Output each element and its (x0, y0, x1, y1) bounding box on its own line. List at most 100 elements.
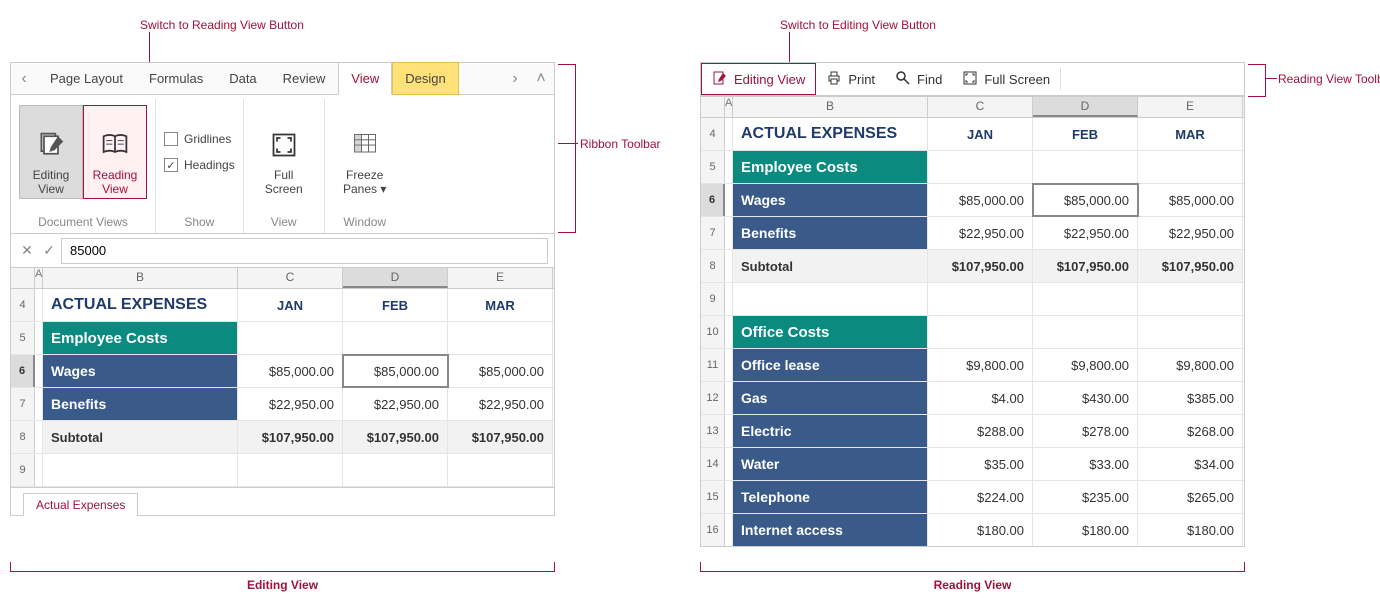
print-button[interactable]: Print (816, 63, 885, 95)
row-wages-feb[interactable]: $85,000.00 (343, 355, 448, 387)
row-header-5[interactable]: 5 (11, 322, 35, 354)
print-icon (826, 70, 842, 89)
row-header-7-r[interactable]: 7 (701, 217, 725, 249)
group-label-document-views: Document Views (38, 211, 128, 229)
annotation-reading-toolbar: Reading View Toolbar (1278, 72, 1380, 86)
row-benefits-label[interactable]: Benefits (43, 388, 238, 420)
month-mar[interactable]: MAR (448, 289, 553, 321)
formula-input[interactable] (61, 238, 548, 264)
ribbon-group-document-views: EditingView ReadingView Document Views (11, 99, 156, 233)
col-header-a-r[interactable]: A (725, 97, 733, 117)
row-header-10-r[interactable]: 10 (701, 316, 725, 348)
book-icon (100, 131, 130, 162)
sheet-tab-actual-expenses[interactable]: Actual Expenses (23, 493, 138, 516)
full-screen-button[interactable]: FullScreen (252, 105, 316, 199)
tab-review[interactable]: Review (270, 62, 339, 95)
annotation-ribbon-toolbar: Ribbon Toolbar (580, 137, 661, 151)
row-header-5-r[interactable]: 5 (701, 151, 725, 183)
formula-cancel-button[interactable]: ✕ (17, 242, 37, 259)
row-subtotal-feb[interactable]: $107,950.00 (343, 421, 448, 453)
title-cell[interactable]: ACTUAL EXPENSES (43, 289, 238, 321)
row-header-6[interactable]: 6 (11, 355, 35, 387)
month-feb[interactable]: FEB (343, 289, 448, 321)
ribbon-group-window: FreezePanes ▾ Window (325, 99, 405, 233)
row-wages-label[interactable]: Wages (43, 355, 238, 387)
spreadsheet-grid-editing: A B C D E 4 ACTUAL EXPENSES JAN FEB MAR … (10, 268, 555, 488)
headings-label: Headings (184, 158, 235, 172)
row-header-11-r[interactable]: 11 (701, 349, 725, 381)
editing-view-switch-label: Editing View (734, 72, 805, 87)
row-header-4[interactable]: 4 (11, 289, 35, 321)
tab-scroll-left[interactable]: ‹ (11, 70, 37, 88)
editing-view-panel: ‹ Page Layout Formulas Data Review View … (10, 62, 555, 516)
col-header-d[interactable]: D (343, 268, 448, 288)
row-header-7[interactable]: 7 (11, 388, 35, 420)
col-header-e[interactable]: E (448, 268, 553, 288)
reading-view-button[interactable]: ReadingView (83, 105, 147, 199)
ribbon-collapse[interactable]: ˄ (528, 70, 554, 88)
row-subtotal-jan[interactable]: $107,950.00 (238, 421, 343, 453)
editing-view-button[interactable]: EditingView (19, 105, 83, 199)
editing-view-switch-button[interactable]: Editing View (701, 63, 816, 95)
freeze-panes-label: FreezePanes ▾ (343, 168, 386, 196)
group-label-view: View (271, 211, 297, 229)
ribbon-tabbar: ‹ Page Layout Formulas Data Review View … (10, 62, 555, 94)
annotation-switch-editing: Switch to Editing View Button (780, 18, 936, 32)
reading-view-panel: Editing View Print Find Full Screen A B (700, 62, 1245, 547)
group-label-window: Window (343, 211, 386, 229)
row-header-15-r[interactable]: 15 (701, 481, 725, 513)
tab-data[interactable]: Data (216, 62, 269, 95)
row-header-9[interactable]: 9 (11, 454, 35, 486)
row-header-4-r[interactable]: 4 (701, 118, 725, 150)
ribbon-toolbar: EditingView ReadingView Document Views G… (10, 94, 555, 234)
tab-formulas[interactable]: Formulas (136, 62, 216, 95)
col-header-e-r[interactable]: E (1138, 97, 1243, 117)
full-screen-label: FullScreen (265, 168, 303, 196)
col-header-c[interactable]: C (238, 268, 343, 288)
search-icon (895, 70, 911, 89)
freeze-panes-icon (350, 131, 380, 162)
row-subtotal-label[interactable]: Subtotal (43, 421, 238, 453)
section-office-costs[interactable]: Office Costs (733, 316, 928, 348)
find-button[interactable]: Find (885, 63, 952, 95)
spreadsheet-grid-reading: A B C D E 4 ACTUAL EXPENSES JAN FEB MAR … (700, 96, 1245, 547)
section-employee-costs[interactable]: Employee Costs (43, 322, 238, 354)
gridlines-label: Gridlines (184, 132, 231, 146)
tab-view[interactable]: View (338, 62, 392, 95)
freeze-panes-button[interactable]: FreezePanes ▾ (333, 105, 397, 199)
tab-design[interactable]: Design (392, 62, 458, 95)
group-label-show: Show (184, 211, 214, 229)
gridlines-checkbox[interactable]: Gridlines (164, 128, 231, 150)
col-header-b-r[interactable]: B (733, 97, 928, 117)
checkbox-checked-icon: ✓ (164, 158, 178, 172)
section-employee-costs-r[interactable]: Employee Costs (733, 151, 928, 183)
month-jan[interactable]: JAN (238, 289, 343, 321)
row-wages-jan[interactable]: $85,000.00 (238, 355, 343, 387)
row-header-14-r[interactable]: 14 (701, 448, 725, 480)
row-header-9-r[interactable]: 9 (701, 283, 725, 315)
row-header-16-r[interactable]: 16 (701, 514, 725, 546)
row-benefits-mar[interactable]: $22,950.00 (448, 388, 553, 420)
title-cell-r[interactable]: ACTUAL EXPENSES (733, 118, 928, 150)
row-header-8[interactable]: 8 (11, 421, 35, 453)
row-wages-mar[interactable]: $85,000.00 (448, 355, 553, 387)
ribbon-group-show: Gridlines ✓ Headings Show (156, 99, 244, 233)
full-screen-button-reading[interactable]: Full Screen (952, 63, 1060, 95)
col-header-b[interactable]: B (43, 268, 238, 288)
headings-checkbox[interactable]: ✓ Headings (164, 154, 235, 176)
col-header-c-r[interactable]: C (928, 97, 1033, 117)
tab-scroll-right[interactable]: › (502, 70, 528, 88)
col-header-a[interactable]: A (35, 268, 43, 288)
tab-page-layout[interactable]: Page Layout (37, 62, 136, 95)
sheet-tab-bar: Actual Expenses (10, 488, 555, 516)
row-header-13-r[interactable]: 13 (701, 415, 725, 447)
row-header-8-r[interactable]: 8 (701, 250, 725, 282)
row-header-12-r[interactable]: 12 (701, 382, 725, 414)
row-header-6-r[interactable]: 6 (701, 184, 725, 216)
col-header-d-r[interactable]: D (1033, 97, 1138, 117)
row-subtotal-mar[interactable]: $107,950.00 (448, 421, 553, 453)
row-benefits-jan[interactable]: $22,950.00 (238, 388, 343, 420)
row-benefits-feb[interactable]: $22,950.00 (343, 388, 448, 420)
full-screen-label-reading: Full Screen (984, 72, 1050, 87)
formula-accept-button[interactable]: ✓ (39, 242, 59, 259)
